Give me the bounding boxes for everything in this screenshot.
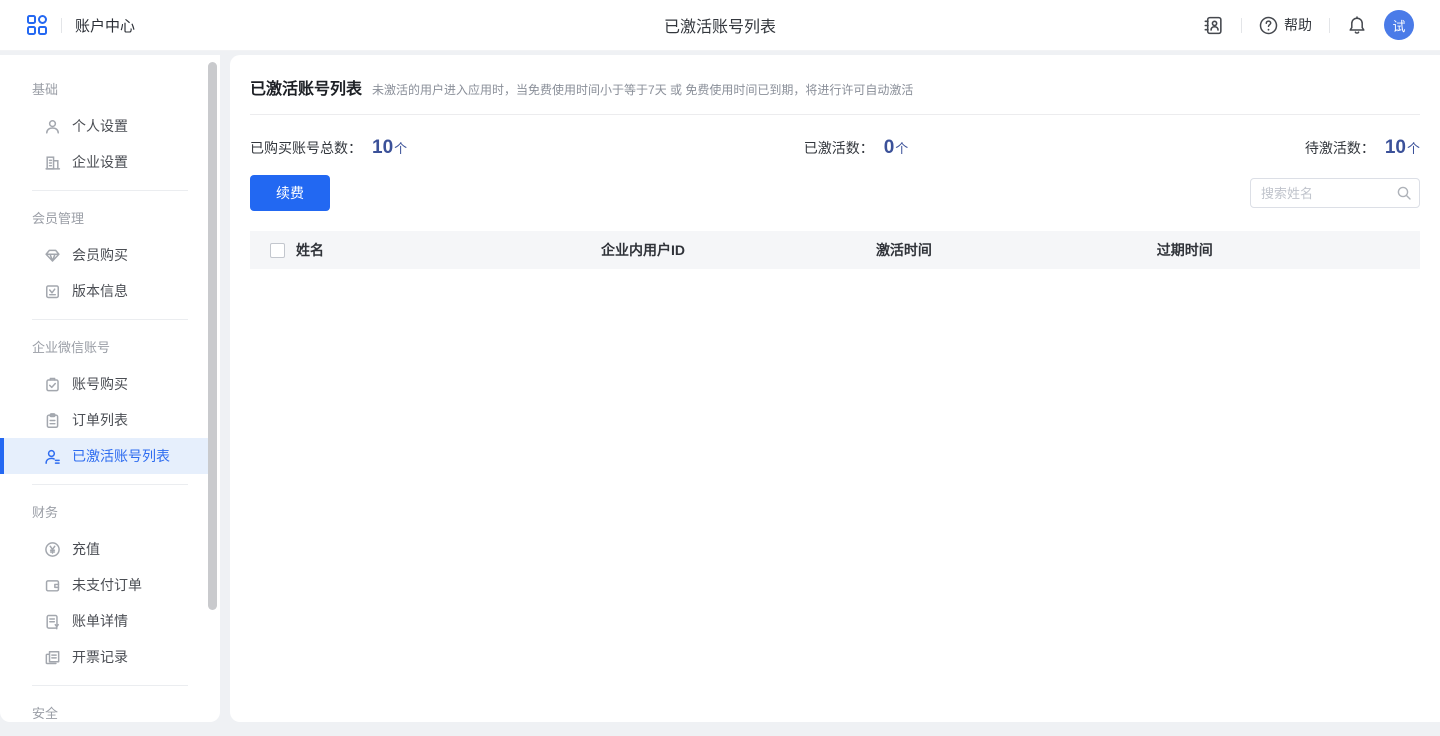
sidebar-divider [32,685,188,686]
invoice-stack-icon [44,649,61,666]
stat-unit: 个 [1407,138,1420,157]
sidebar-item-label: 版本信息 [72,281,128,301]
sidebar-divider [32,319,188,320]
sidebar-item-account-purchase[interactable]: 账号购买 [0,366,220,402]
wallet-icon [44,577,61,594]
page-title: 已激活账号列表 [250,75,362,99]
sidebar-item-label: 企业设置 [72,152,128,172]
sidebar-item-unpaid-orders[interactable]: 未支付订单 [0,567,220,603]
stat-value: 0 [884,137,895,159]
stat-unit: 个 [394,138,407,157]
sidebar-item-label: 未支付订单 [72,575,142,595]
table-header-row: 姓名 企业内用户ID 激活时间 过期时间 [250,231,1420,269]
stat-label: 已激活数： [804,138,874,158]
sidebar-divider [32,484,188,485]
sidebar-item-member-purchase[interactable]: 会员购买 [0,237,220,273]
sidebar-divider [32,190,188,191]
sidebar-section-security: 安全 [0,696,220,722]
sidebar-item-version-info[interactable]: 版本信息 [0,273,220,309]
sidebar-item-label: 已激活账号列表 [72,446,170,466]
user-avatar[interactable]: 试 [1384,10,1414,40]
sidebar-item-order-list[interactable]: 订单列表 [0,402,220,438]
column-header-activation-time: 激活时间 [876,240,1157,260]
sidebar-section-membership: 会员管理 [0,201,220,237]
sidebar-item-label: 会员购买 [72,245,128,265]
stat-value: 10 [372,137,393,159]
sidebar-section-basic: 基础 [0,72,220,108]
sidebar-item-activated-accounts[interactable]: 已激活账号列表 [0,438,208,474]
accounts-table: 姓名 企业内用户ID 激活时间 过期时间 [230,231,1440,709]
column-header-user-id: 企业内用户ID [601,240,876,260]
bell-icon[interactable] [1347,15,1367,36]
sidebar-item-personal-settings[interactable]: 个人设置 [0,108,220,144]
version-doc-icon [44,283,61,300]
stat-activated: 已激活数： 0 个 [804,137,909,159]
bill-icon [44,613,61,630]
stat-label: 待激活数： [1305,138,1375,158]
table-body-empty [250,269,1420,709]
sidebar-item-label: 账单详情 [72,611,128,631]
sidebar-section-finance: 财务 [0,495,220,531]
column-header-name: 姓名 [296,240,324,260]
help-icon [1259,16,1278,35]
address-book-icon[interactable] [1203,15,1224,36]
user-list-icon [44,448,61,465]
sidebar-item-label: 充值 [72,539,100,559]
renew-button[interactable]: 续费 [250,175,330,211]
sidebar-item-label: 账号购买 [72,374,128,394]
sidebar-nav: 基础 个人设置 企业设置 会员管理 会员购买 版本信息 企业微信账号 [0,55,220,722]
stat-unit: 个 [895,138,908,157]
sidebar-item-label: 订单列表 [72,410,128,430]
stat-value: 10 [1385,137,1406,159]
sidebar-item-invoice-records[interactable]: 开票记录 [0,639,220,675]
sidebar-section-wecom-accounts: 企业微信账号 [0,330,220,366]
clipboard-check-icon [44,376,61,393]
select-all-checkbox[interactable] [270,243,285,258]
sidebar-item-bill-details[interactable]: 账单详情 [0,603,220,639]
building-icon [44,154,61,171]
help-label: 帮助 [1284,15,1312,35]
column-header-expiry-time: 过期时间 [1157,240,1420,260]
yuan-circle-icon [44,541,61,558]
header-divider [1329,18,1330,33]
sidebar-scrollbar[interactable] [208,62,217,610]
header-divider [61,18,62,33]
main-content: 已激活账号列表 未激活的用户进入应用时，当免费使用时间小于等于7天 或 免费使用… [230,55,1440,722]
stat-total-purchased: 已购买账号总数： 10 个 [250,137,407,159]
help-button[interactable]: 帮助 [1259,15,1312,35]
stat-label: 已购买账号总数： [250,138,362,158]
sidebar-item-label: 个人设置 [72,116,128,136]
top-header: 已激活账号列表 账户中心 [0,0,1440,51]
sidebar-item-recharge[interactable]: 充值 [0,531,220,567]
search-input[interactable] [1250,178,1420,208]
app-name: 账户中心 [75,15,135,36]
apps-grid-icon[interactable] [26,14,48,36]
stats-row: 已购买账号总数： 10 个 已激活数： 0 个 待激活数： 10 个 [230,115,1440,159]
header-divider [1241,18,1242,33]
sidebar-item-enterprise-settings[interactable]: 企业设置 [0,144,220,180]
search-icon[interactable] [1396,185,1412,201]
gem-icon [44,247,61,264]
page-description: 未激活的用户进入应用时，当免费使用时间小于等于7天 或 免费使用时间已到期，将进… [372,81,913,98]
clipboard-list-icon [44,412,61,429]
search-box [1250,178,1420,208]
sidebar-item-label: 开票记录 [72,647,128,667]
stat-pending-activation: 待激活数： 10 个 [1305,137,1420,159]
user-icon [44,118,61,135]
